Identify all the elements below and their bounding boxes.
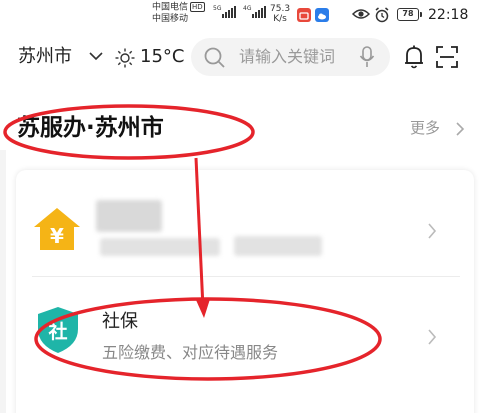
annotation-arrow-line xyxy=(194,157,205,309)
annotation-ellipse-service xyxy=(34,297,382,381)
annotation-overlay xyxy=(3,104,382,381)
annotation-arrow-head xyxy=(196,299,210,318)
annotation-ellipse-title xyxy=(3,104,255,160)
